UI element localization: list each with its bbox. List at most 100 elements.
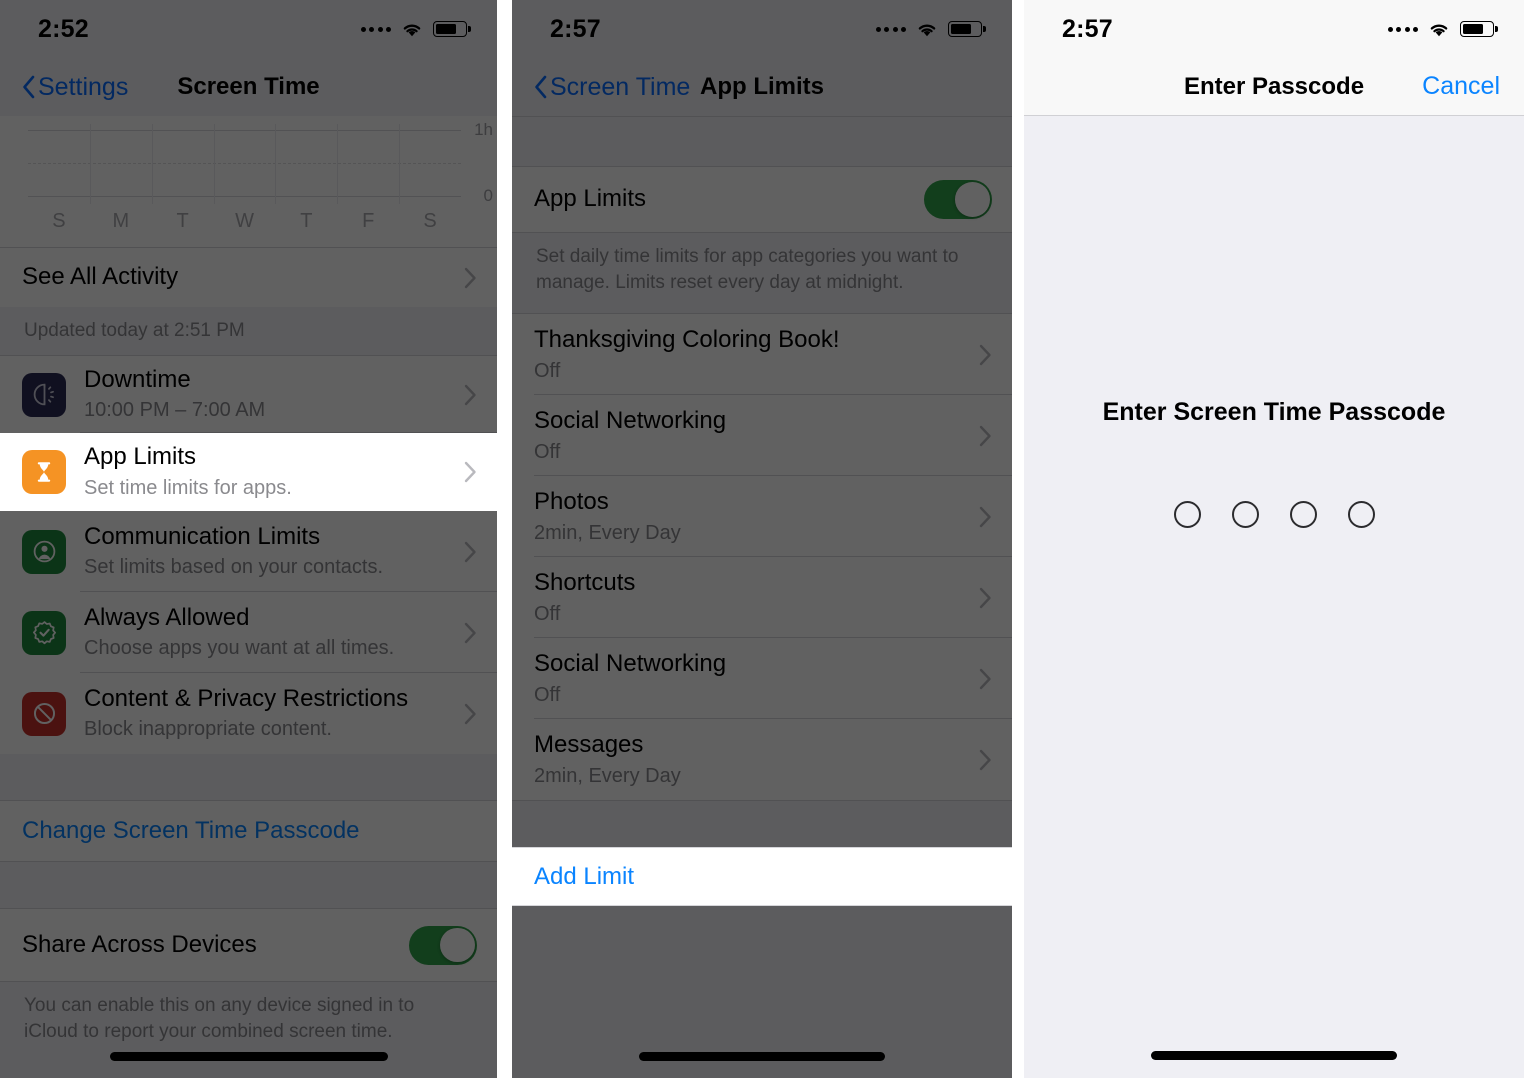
- app-limit-title: Photos: [534, 487, 609, 515]
- phone-panel-app-limits: 2:57 Screen Time App Limits App Limits S…: [512, 0, 1012, 1078]
- downtime-subtitle: 10:00 PM – 7:00 AM: [84, 399, 266, 422]
- app-limit-value: 2min, Every Day: [534, 764, 681, 787]
- passcode-prompt: Enter Screen Time Passcode: [1102, 398, 1446, 426]
- chevron-left-icon: [23, 75, 35, 99]
- chart-x-axis-labels: S M T W T F S: [28, 210, 461, 233]
- content-privacy-subtitle: Block inappropriate content.: [84, 718, 332, 741]
- screen-time-usage-chart[interactable]: 1h 0 S M T W T F S: [0, 116, 497, 247]
- share-across-devices-row[interactable]: Share Across Devices: [0, 908, 497, 982]
- add-limit-label: Add Limit: [534, 862, 635, 890]
- app-limits-title: App Limits: [84, 443, 197, 471]
- group-spacer: [512, 116, 1012, 166]
- share-across-devices-toggle[interactable]: [409, 925, 477, 965]
- passcode-entry-body: Enter Screen Time Passcode: [1024, 116, 1524, 1078]
- chart-vline: [213, 124, 215, 204]
- cellular-dots-icon: [360, 26, 391, 32]
- chart-vline: [151, 124, 153, 204]
- downtime-texts: Downtime 10:00 PM – 7:00 AM: [84, 366, 454, 424]
- back-button-label: Settings: [38, 72, 129, 101]
- status-indicators: [1387, 20, 1498, 38]
- chevron-right-icon: [979, 668, 991, 689]
- see-all-activity-label-wrap: See All Activity: [22, 263, 454, 292]
- panel-gap: [497, 0, 512, 1078]
- home-indicator[interactable]: [639, 1052, 885, 1061]
- share-across-devices-footer: You can enable this on any device signed…: [0, 982, 497, 1045]
- settings-row-communication-limits[interactable]: Communication Limits Set limits based on…: [0, 511, 497, 592]
- app-limit-row[interactable]: Messages 2min, Every Day: [512, 719, 1012, 801]
- app-limit-texts: Thanksgiving Coloring Book! Off: [534, 326, 969, 384]
- app-limit-row[interactable]: Social Networking Off: [512, 638, 1012, 720]
- status-bar: 2:57: [512, 0, 1012, 58]
- chevron-right-icon: [979, 425, 991, 446]
- home-indicator[interactable]: [109, 1052, 388, 1061]
- downtime-moon-icon: [22, 372, 66, 417]
- passcode-dot-1: [1173, 501, 1201, 528]
- back-button-settings[interactable]: Settings: [22, 73, 128, 102]
- settings-row-always-allowed[interactable]: Always Allowed Choose apps you want at a…: [0, 592, 497, 673]
- app-limits-master-toggle[interactable]: [924, 180, 992, 219]
- communication-limits-title: Communication Limits: [84, 522, 321, 550]
- app-limits-master-label: App Limits: [534, 185, 647, 213]
- change-screen-time-passcode-label: Change Screen Time Passcode: [22, 817, 360, 844]
- app-limit-row[interactable]: Social Networking Off: [512, 395, 1012, 477]
- chevron-left-icon: [535, 75, 547, 99]
- back-button-label: Screen Time: [550, 72, 691, 101]
- chart-vline: [337, 124, 339, 204]
- status-time: 2:57: [550, 14, 601, 43]
- settings-row-app-limits[interactable]: App Limits Set time limits for apps.: [0, 433, 497, 511]
- chart-vline: [399, 124, 401, 204]
- three-phone-screenshot-stage: 2:52 Settings Screen Time 1h 0 S M T W T…: [0, 0, 1524, 1078]
- phone-panel-enter-passcode: 2:57 Enter Passcode Cancel Enter Screen …: [1024, 0, 1524, 1078]
- person-circle-icon: [22, 529, 66, 574]
- change-screen-time-passcode-button[interactable]: Change Screen Time Passcode: [0, 800, 497, 862]
- group-spacer: [512, 800, 1012, 848]
- app-limits-master-row[interactable]: App Limits: [512, 166, 1012, 233]
- cancel-button[interactable]: Cancel: [1422, 72, 1500, 101]
- status-bar: 2:52: [0, 0, 497, 58]
- passcode-dot-4: [1347, 501, 1375, 528]
- content-privacy-texts: Content & Privacy Restrictions Block ina…: [84, 685, 454, 743]
- see-all-activity-row[interactable]: See All Activity: [0, 247, 497, 307]
- always-allowed-texts: Always Allowed Choose apps you want at a…: [84, 604, 454, 662]
- chevron-right-icon: [979, 749, 991, 770]
- app-limit-title: Messages: [534, 730, 644, 758]
- chevron-right-icon: [464, 267, 476, 288]
- content-privacy-title: Content & Privacy Restrictions: [84, 684, 409, 712]
- passcode-dots[interactable]: [1024, 501, 1524, 528]
- app-limit-title: Social Networking: [534, 406, 727, 434]
- chevron-right-icon: [464, 461, 476, 483]
- home-indicator[interactable]: [1151, 1051, 1397, 1060]
- chart-gridline-1h: [28, 130, 461, 131]
- app-limits-master-texts: App Limits: [534, 185, 924, 214]
- navigation-bar: Settings Screen Time: [0, 58, 497, 116]
- app-limits-list: Thanksgiving Coloring Book! Off Social N…: [512, 313, 1012, 801]
- app-limit-value: Off: [534, 359, 561, 382]
- status-time: 2:57: [1062, 14, 1113, 43]
- chart-xtick: M: [112, 210, 130, 232]
- wifi-icon: [1430, 24, 1448, 37]
- app-limit-title: Thanksgiving Coloring Book!: [534, 325, 840, 353]
- always-allowed-title: Always Allowed: [84, 603, 250, 631]
- battery-icon: [1460, 21, 1498, 37]
- chart-gridline-mid: [28, 163, 461, 164]
- chart-xtick: T: [300, 210, 313, 232]
- chevron-right-icon: [979, 587, 991, 608]
- back-button-screen-time[interactable]: Screen Time: [534, 73, 690, 102]
- app-limit-row[interactable]: Thanksgiving Coloring Book! Off: [512, 314, 1012, 396]
- app-limit-row[interactable]: Photos 2min, Every Day: [512, 476, 1012, 558]
- status-time: 2:52: [38, 14, 89, 43]
- settings-row-content-privacy[interactable]: Content & Privacy Restrictions Block ina…: [0, 673, 497, 754]
- add-limit-button[interactable]: Add Limit: [512, 847, 1012, 907]
- status-indicators: [360, 20, 471, 38]
- downtime-title: Downtime: [84, 365, 191, 393]
- app-limit-row[interactable]: Shortcuts Off: [512, 557, 1012, 639]
- communication-limits-texts: Communication Limits Set limits based on…: [84, 523, 454, 581]
- app-limit-value: 2min, Every Day: [534, 521, 681, 544]
- settings-row-downtime[interactable]: Downtime 10:00 PM – 7:00 AM: [0, 355, 497, 433]
- chevron-right-icon: [979, 344, 991, 365]
- app-limit-value: Off: [534, 602, 561, 625]
- share-across-devices-label: Share Across Devices: [22, 930, 257, 958]
- app-limit-value: Off: [534, 683, 561, 706]
- navigation-bar: Screen Time App Limits: [512, 58, 1012, 116]
- app-limit-value: Off: [534, 440, 561, 463]
